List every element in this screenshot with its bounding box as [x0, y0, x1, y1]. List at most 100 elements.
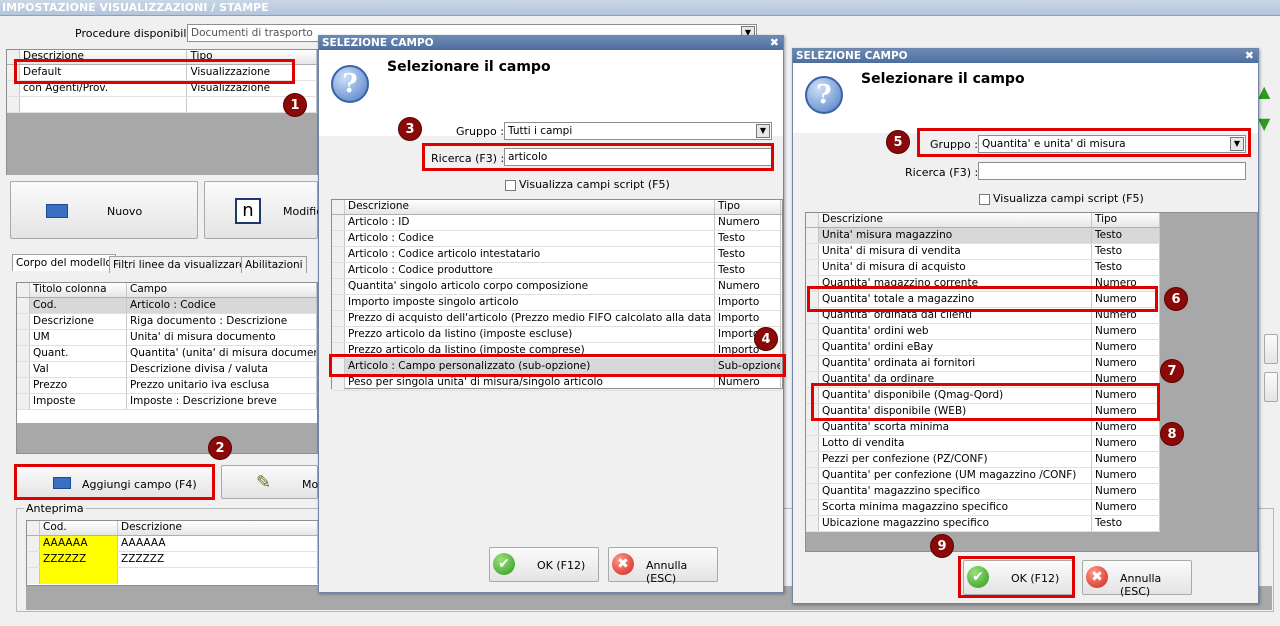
table-row[interactable]: Cod. Articolo : Codice	[17, 298, 317, 314]
tab-abilitazioni[interactable]: Abilitazioni	[241, 256, 307, 273]
cell: Quantita' magazzino specifico	[819, 484, 1092, 499]
cell: Numero	[1092, 468, 1160, 483]
tab-corpo-modello[interactable]: Corpo del modello	[12, 254, 116, 271]
side-button[interactable]	[1264, 372, 1278, 402]
script-checkbox[interactable]: Visualizza campi script (F5)	[979, 192, 1144, 205]
arrow-down-icon[interactable]: ▼	[1258, 114, 1278, 134]
table-row[interactable]: Lotto di vendita Numero	[806, 436, 1160, 452]
edit-button[interactable]: n Modifica	[204, 181, 329, 239]
preview-header-descrizione: Descrizione	[118, 521, 318, 535]
cell: Unita' di misura di acquisto	[819, 260, 1092, 275]
highlight-quantita-totale	[807, 286, 1158, 312]
cancel-button[interactable]: ✖ Annulla (ESC)	[1082, 560, 1192, 598]
table-row[interactable]: Quantita' ordini eBay Numero	[806, 340, 1160, 356]
chevron-down-icon[interactable]: ▼	[756, 124, 770, 138]
cell: Imposte	[30, 394, 127, 409]
preview-header-cod: Cod.	[40, 521, 118, 535]
table-row[interactable]: Articolo : ID Numero	[332, 215, 782, 231]
grid-empty-area	[17, 423, 317, 453]
table-row[interactable]: Scorta minima magazzino specifico Numero	[806, 500, 1160, 516]
new-icon	[46, 204, 68, 218]
cell: Importo imposte singolo articolo	[345, 295, 715, 310]
cell: Numero	[1092, 324, 1160, 339]
cell: Testo	[715, 247, 781, 262]
table-row[interactable]: Articolo : Codice articolo intestatario T…	[332, 247, 782, 263]
cell: Cod.	[30, 298, 127, 313]
cell: UM	[30, 330, 127, 345]
table-row[interactable]: Articolo : Codice produttore Testo	[332, 263, 782, 279]
table-row[interactable]: Quantita' per confezione (UM magazzino /…	[806, 468, 1160, 484]
cell: ZZZZZZ	[118, 552, 318, 567]
cell: Prezzo unitario iva esclusa	[127, 378, 317, 393]
table-row[interactable]	[7, 97, 317, 113]
cell: Numero	[1092, 484, 1160, 499]
preview-title: Anteprima	[24, 502, 86, 515]
cell: Riga documento : Descrizione	[127, 314, 317, 329]
table-row[interactable]: Prezzo articolo da listino (imposte escl…	[332, 327, 782, 343]
close-icon[interactable]: ✖	[1245, 49, 1254, 63]
table-row[interactable]: Val Descrizione divisa / valuta	[17, 362, 317, 378]
table-row[interactable]: Quantita' magazzino specifico Numero	[806, 484, 1160, 500]
cancel-button[interactable]: ✖ Annulla (ESC)	[608, 547, 718, 585]
cell: Numero	[715, 215, 781, 230]
table-row[interactable]: UM Unita' di misura documento	[17, 330, 317, 346]
ok-button[interactable]: ✔ OK (F12)	[489, 547, 599, 582]
search-input[interactable]	[978, 162, 1246, 180]
columns-header-campo: Campo	[127, 283, 317, 297]
table-row[interactable]: Peso per singola unita' di misura/singol…	[332, 375, 782, 391]
cell: Articolo : ID	[345, 215, 715, 230]
highlight-gruppo	[917, 128, 1251, 157]
cell: Imposte : Descrizione breve	[127, 394, 317, 409]
arrow-up-icon[interactable]: ▲	[1258, 82, 1278, 102]
table-row[interactable]: Descrizione Riga documento : Descrizione	[17, 314, 317, 330]
cell: Prezzo	[30, 378, 127, 393]
step-badge-2: 2	[208, 436, 232, 460]
table-row[interactable]: Quantita' ordinata ai fornitori Numero	[806, 356, 1160, 372]
table-row[interactable]: Quantita' singolo articolo corpo composi…	[332, 279, 782, 295]
table-row[interactable]: Quantita' scorta minima Numero	[806, 420, 1160, 436]
table-row[interactable]: Quant. Quantita' (unita' di misura docume…	[17, 346, 317, 362]
table-row[interactable]: Unita' misura magazzino Testo	[806, 228, 1160, 244]
table-row[interactable]: Ubicazione magazzino specifico Testo	[806, 516, 1160, 532]
new-button[interactable]: Nuovo	[10, 181, 198, 239]
ok-label: OK (F12)	[537, 559, 586, 572]
cancel-label: Annulla (ESC)	[646, 559, 688, 585]
question-icon: ?	[805, 76, 843, 114]
table-row[interactable]: Unita' di misura di vendita Testo	[806, 244, 1160, 260]
cell: Importo	[715, 311, 781, 326]
table-row[interactable]: Unita' di misura di acquisto Testo	[806, 260, 1160, 276]
table-row[interactable]: Imposte Imposte : Descrizione breve	[17, 394, 317, 410]
cell: Quantita' ordini eBay	[819, 340, 1092, 355]
cell: Scorta minima magazzino specifico	[819, 500, 1092, 515]
table-row[interactable]: Importo imposte singolo articolo Importo	[332, 295, 782, 311]
cancel-icon: ✖	[1086, 566, 1108, 588]
checkbox-box[interactable]	[505, 179, 516, 191]
step-badge-9: 9	[930, 534, 954, 558]
dialog-selezione-campo-1: SELEZIONE CAMPO ✖ ? Selezionare il campo …	[318, 35, 784, 593]
table-row[interactable]: Prezzo di acquisto dell'articolo (Prezzo…	[332, 311, 782, 327]
tab-filtri[interactable]: Filtri linee da visualizzare	[109, 256, 250, 273]
fields-header-tipo: Tipo	[715, 200, 781, 214]
table-row[interactable]: Pezzi per confezione (PZ/CONF) Numero	[806, 452, 1160, 468]
close-icon[interactable]: ✖	[770, 36, 779, 50]
table-row[interactable]: Articolo : Codice Testo	[332, 231, 782, 247]
table-row[interactable]: Quantita' ordini web Numero	[806, 324, 1160, 340]
new-button-label: Nuovo	[107, 205, 143, 218]
cell: Testo	[715, 263, 781, 278]
cancel-label: Annulla (ESC)	[1120, 572, 1162, 598]
dialog-title: SELEZIONE CAMPO ✖	[319, 36, 783, 50]
dialog-heading: Selezionare il campo	[861, 71, 1025, 87]
modify-field-button[interactable]: ✎ Mo	[221, 465, 318, 499]
cell: Articolo : Codice articolo intestatario	[345, 247, 715, 262]
cell: Prezzo articolo da listino (imposte escl…	[345, 327, 715, 342]
fields-header-descrizione: Descrizione	[819, 213, 1092, 227]
highlight-default-row	[14, 59, 295, 84]
cell: Quantita' ordinata ai fornitori	[819, 356, 1092, 371]
checkbox-box[interactable]	[979, 193, 990, 205]
grid-empty-area	[7, 113, 317, 175]
table-row[interactable]: Prezzo Prezzo unitario iva esclusa	[17, 378, 317, 394]
side-button[interactable]	[1264, 334, 1278, 364]
group-select[interactable]: Tutti i campi ▼	[504, 122, 772, 140]
step-badge-4: 4	[754, 327, 778, 351]
script-checkbox[interactable]: Visualizza campi script (F5)	[505, 178, 670, 191]
